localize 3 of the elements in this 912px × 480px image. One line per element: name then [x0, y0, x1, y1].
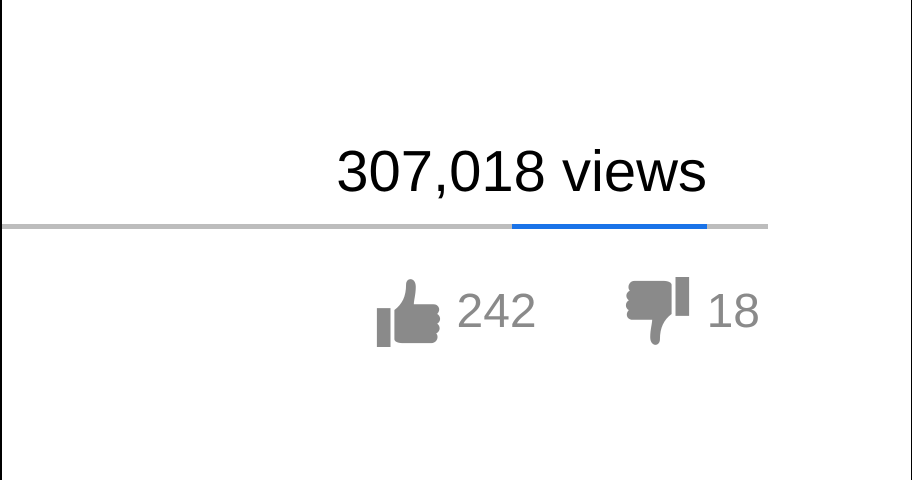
like-count: 242: [456, 284, 537, 340]
view-count: 307,018 views: [336, 140, 707, 204]
dislike-count: 18: [706, 284, 760, 340]
